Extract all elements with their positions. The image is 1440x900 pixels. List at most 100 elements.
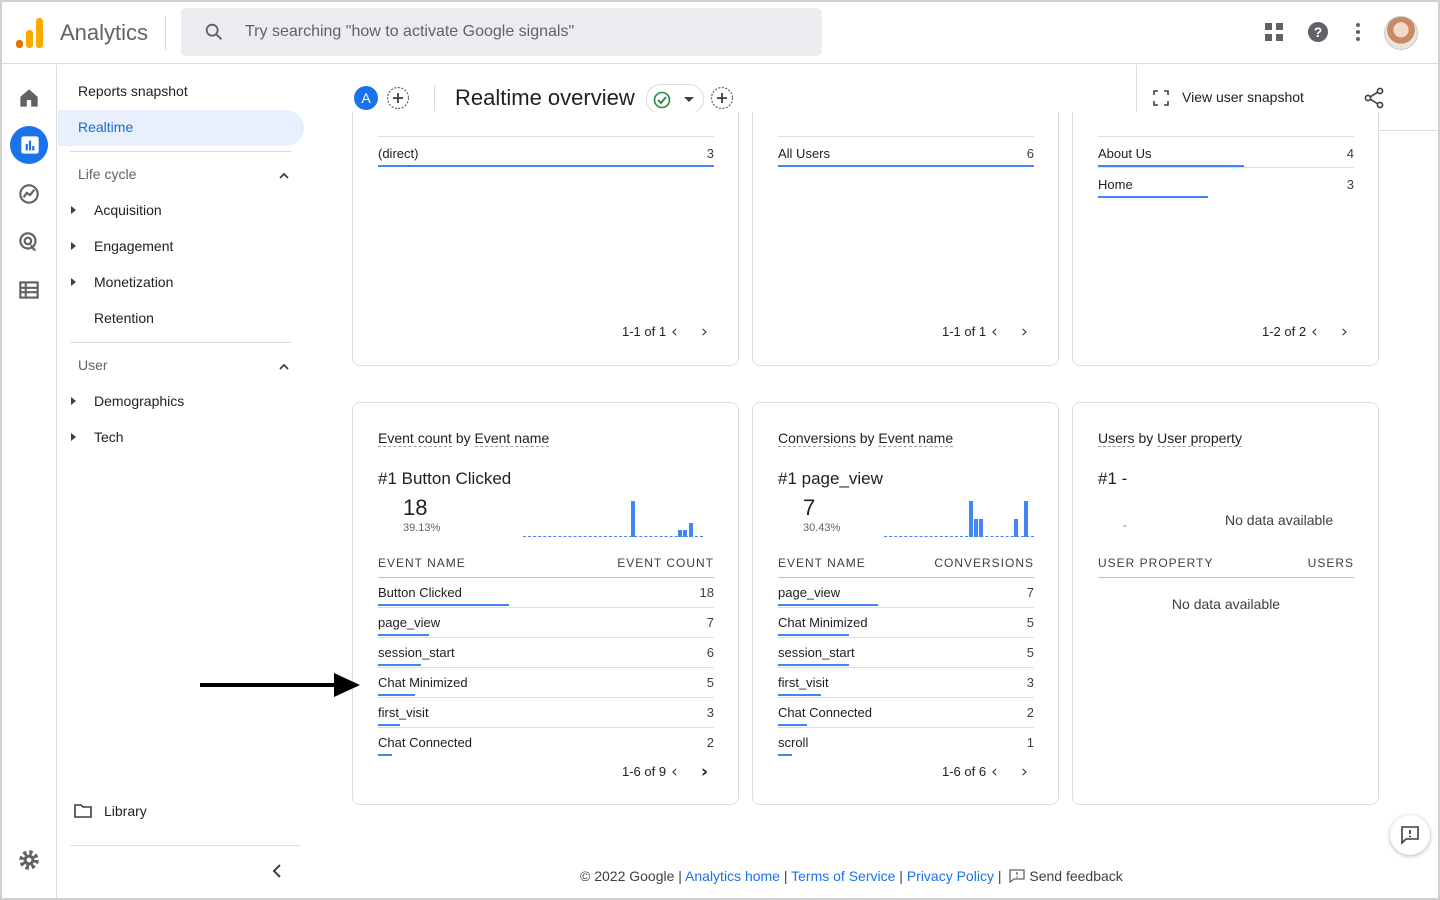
collapse-chevron-icon[interactable] <box>270 863 284 879</box>
prev-page-icon[interactable]: ‹ <box>671 322 678 342</box>
table-row-label[interactable]: page_view <box>778 585 840 600</box>
send-feedback-link[interactable]: Send feedback <box>1029 868 1122 884</box>
table-row-value: 5 <box>1026 645 1034 660</box>
next-page-icon[interactable]: › <box>1021 322 1028 342</box>
apps-grid-icon[interactable] <box>1262 20 1286 44</box>
settings-icon[interactable] <box>16 847 42 873</box>
divider <box>70 342 292 343</box>
table-row-label[interactable]: Chat Connected <box>778 705 872 720</box>
prev-page-icon[interactable]: ‹ <box>991 762 998 782</box>
table-row-label[interactable]: first_visit <box>378 705 429 720</box>
top-item-label: #1 - <box>1098 469 1128 488</box>
analytics-home-link[interactable]: Analytics home <box>685 868 780 884</box>
expand-arrow-icon[interactable] <box>71 433 76 441</box>
table-row-label[interactable]: Chat Connected <box>378 735 472 750</box>
metric-label[interactable]: Conversions <box>778 430 856 447</box>
column-header[interactable]: USERS <box>1253 556 1354 570</box>
table-row-label[interactable]: session_start <box>778 645 855 660</box>
reports-icon[interactable] <box>17 132 43 158</box>
prev-page-icon[interactable]: ‹ <box>671 762 678 782</box>
next-page-icon[interactable]: › <box>701 322 708 342</box>
folder-icon[interactable] <box>74 803 92 819</box>
prev-page-icon[interactable]: ‹ <box>991 322 998 342</box>
fullscreen-icon[interactable] <box>1153 90 1169 106</box>
spark-bar <box>1024 501 1028 537</box>
configure-icon[interactable] <box>16 277 42 303</box>
table-row-label[interactable]: Button Clicked <box>378 585 462 600</box>
help-icon[interactable]: ? <box>1306 20 1330 44</box>
column-header[interactable]: EVENT NAME <box>378 556 466 570</box>
nav-acquisition[interactable]: Acquisition <box>94 202 162 218</box>
spark-bar <box>678 530 682 537</box>
column-header[interactable]: CONVERSIONS <box>903 556 1034 570</box>
row-divider <box>778 637 1034 638</box>
avatar[interactable] <box>1384 16 1418 50</box>
metric-label[interactable]: Users <box>1098 430 1135 447</box>
table-row-label[interactable]: About Us <box>1098 146 1151 161</box>
nav-reports-snapshot[interactable]: Reports snapshot <box>78 83 188 99</box>
search-input[interactable]: Try searching "how to activate Google si… <box>245 23 574 41</box>
nav-tech[interactable]: Tech <box>94 429 124 445</box>
table-row-label[interactable]: scroll <box>778 735 808 750</box>
feedback-button[interactable] <box>1390 815 1430 855</box>
analytics-logo[interactable] <box>16 18 44 48</box>
share-icon[interactable] <box>1363 87 1385 109</box>
expand-arrow-icon[interactable] <box>71 397 76 405</box>
row-bar <box>378 604 509 606</box>
nav-monetization[interactable]: Monetization <box>94 274 173 290</box>
table-row-label[interactable]: page_view <box>378 615 440 630</box>
nav-user-header[interactable]: User <box>78 357 108 373</box>
home-icon[interactable] <box>16 85 42 111</box>
chevron-up-icon[interactable] <box>277 169 291 183</box>
table-row-label[interactable]: first_visit <box>778 675 829 690</box>
table-row-value: 7 <box>1026 585 1034 600</box>
next-page-icon[interactable]: › <box>1021 762 1028 782</box>
next-page-icon[interactable]: › <box>1341 322 1348 342</box>
title-by: by <box>855 430 879 446</box>
dimension-label[interactable]: User property <box>1157 430 1242 447</box>
advertising-icon[interactable] <box>16 229 42 255</box>
check-circle-icon <box>653 91 671 109</box>
explore-icon[interactable] <box>16 181 42 207</box>
nav-lifecycle-header[interactable]: Life cycle <box>78 166 136 182</box>
metric-label[interactable]: Event count <box>378 430 452 447</box>
nav-realtime[interactable]: Realtime <box>58 110 304 146</box>
privacy-link[interactable]: Privacy Policy <box>907 868 994 884</box>
view-user-snapshot-button[interactable]: View user snapshot <box>1182 89 1304 105</box>
sidebar-nav: Reports snapshot Realtime Life cycle Acq… <box>58 65 310 898</box>
nav-engagement[interactable]: Engagement <box>94 238 173 254</box>
card-title[interactable]: Conversions by Event name <box>778 430 954 447</box>
search-box[interactable]: Try searching "how to activate Google si… <box>181 8 822 56</box>
table-row-label[interactable]: Home <box>1098 177 1133 192</box>
add-comparison-icon[interactable] <box>386 86 410 110</box>
table-row-label[interactable]: Chat Minimized <box>778 615 868 630</box>
column-header[interactable]: USER PROPERTY <box>1098 556 1213 570</box>
divider <box>70 845 300 846</box>
chevron-up-icon[interactable] <box>277 360 291 374</box>
app-title[interactable]: Analytics <box>60 20 148 46</box>
dimension-label[interactable]: Event name <box>474 430 550 447</box>
card-title[interactable]: Event count by Event name <box>378 430 550 447</box>
expand-arrow-icon[interactable] <box>71 206 76 214</box>
dimension-label[interactable]: Event name <box>878 430 954 447</box>
card-title[interactable]: Users by User property <box>1098 430 1242 447</box>
nav-library[interactable]: Library <box>104 803 147 819</box>
expand-arrow-icon[interactable] <box>71 278 76 286</box>
prev-page-icon[interactable]: ‹ <box>1311 322 1318 342</box>
terms-link[interactable]: Terms of Service <box>791 868 895 884</box>
expand-arrow-icon[interactable] <box>71 242 76 250</box>
more-vert-icon[interactable] <box>1346 20 1370 44</box>
row-divider <box>378 667 714 668</box>
column-header[interactable]: EVENT NAME <box>778 556 866 570</box>
table-row-label[interactable]: Chat Minimized <box>378 675 468 690</box>
next-page-icon[interactable]: › <box>701 762 708 782</box>
nav-demographics[interactable]: Demographics <box>94 393 184 409</box>
table-row-label[interactable]: All Users <box>778 146 830 161</box>
column-header[interactable]: EVENT COUNT <box>553 556 714 570</box>
comparison-badge[interactable]: A <box>354 86 378 110</box>
table-row-label[interactable]: session_start <box>378 645 455 660</box>
status-dropdown[interactable] <box>646 84 704 114</box>
table-row-label[interactable]: (direct) <box>378 146 418 161</box>
nav-retention[interactable]: Retention <box>94 310 154 326</box>
add-card-icon[interactable] <box>710 86 734 110</box>
